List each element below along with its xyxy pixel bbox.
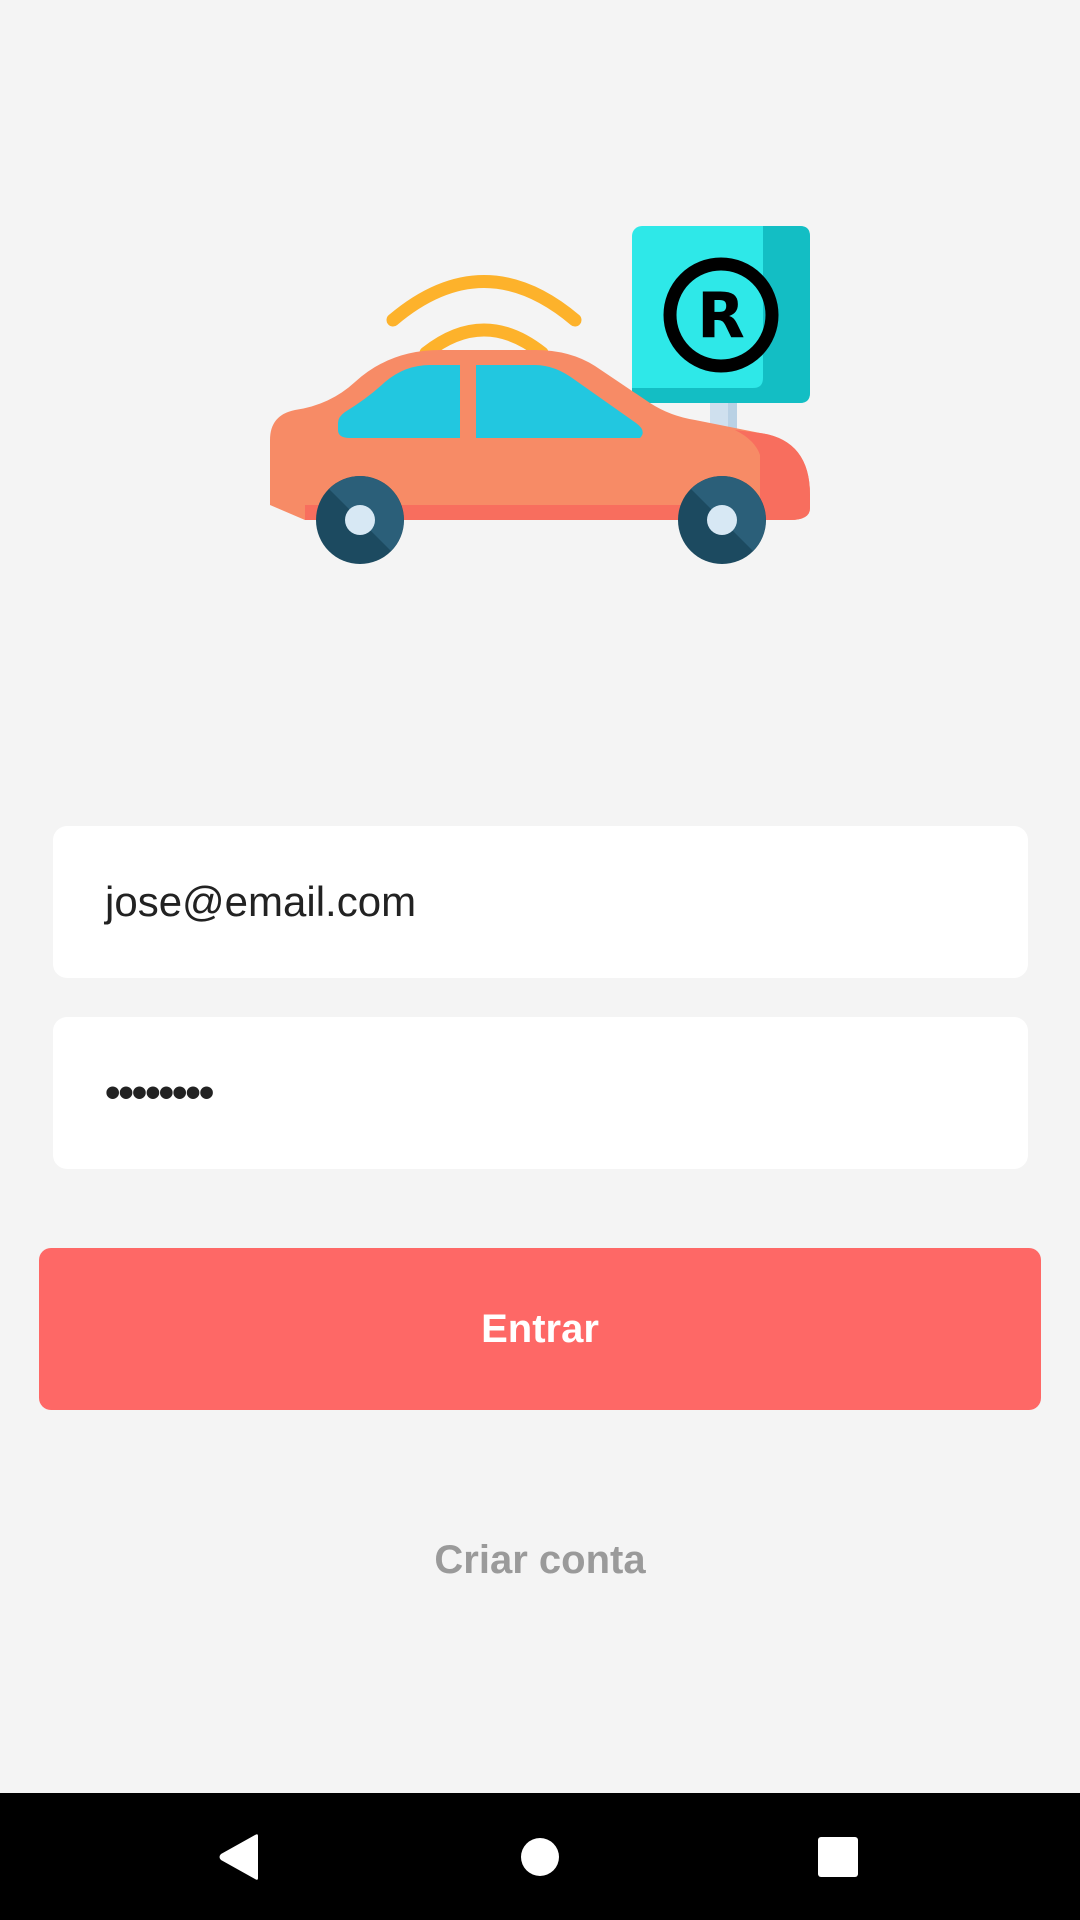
login-button-label: Entrar — [481, 1306, 599, 1351]
back-button[interactable] — [180, 1793, 300, 1920]
create-account-link[interactable]: Criar conta — [0, 1530, 1080, 1590]
system-navigation-bar — [0, 1793, 1080, 1920]
password-value: •••••••• — [105, 1068, 214, 1117]
login-button[interactable]: Entrar — [39, 1248, 1041, 1410]
home-button[interactable] — [480, 1793, 600, 1920]
home-circle-icon — [521, 1837, 559, 1876]
recents-button[interactable] — [778, 1793, 898, 1920]
email-field[interactable]: jose@email.com — [53, 826, 1028, 978]
login-screen: R jose@email.com •••••••• Entrar Criar c… — [0, 0, 1080, 1920]
back-triangle-icon — [219, 1833, 258, 1880]
svg-text:R: R — [697, 279, 745, 352]
recents-square-icon — [818, 1836, 858, 1877]
email-value: jose@email.com — [105, 878, 417, 925]
car-parking-illustration: R — [270, 226, 810, 564]
password-field[interactable]: •••••••• — [53, 1017, 1028, 1169]
create-account-label: Criar conta — [434, 1537, 646, 1582]
